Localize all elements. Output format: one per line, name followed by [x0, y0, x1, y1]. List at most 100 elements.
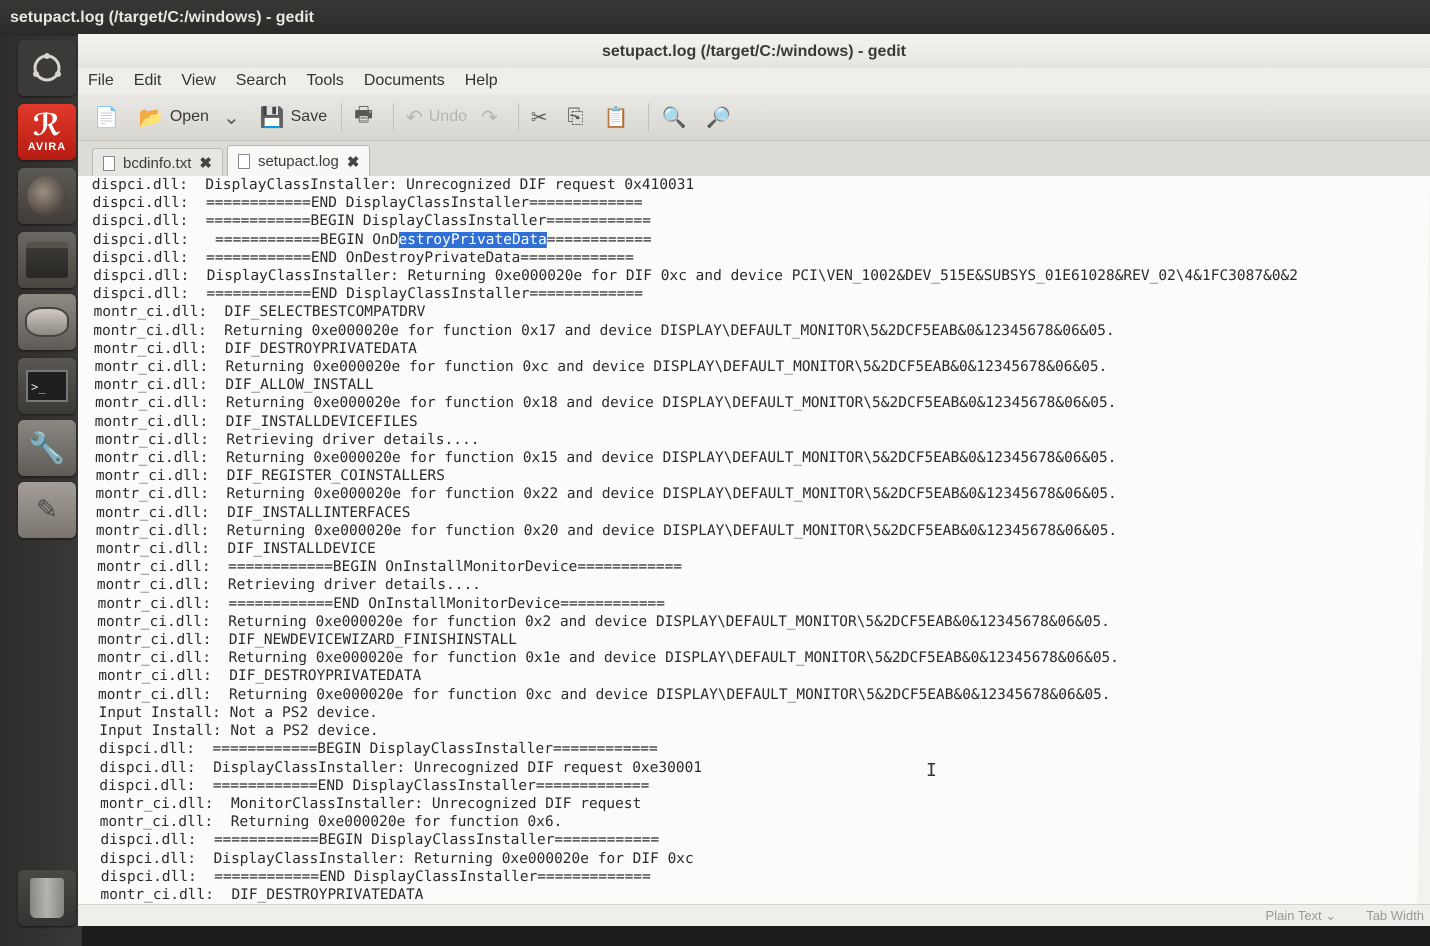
editor-line: montr_ci.dll: DIF_DESTROYPRIVATEDATA — [93, 340, 418, 357]
tab-setupact[interactable]: setupact.log ✖ — [226, 145, 371, 177]
editor-line: montr_ci.dll: DIF_REGISTER_COINSTALLERS — [95, 468, 446, 485]
tab-width-selector[interactable]: Tab Width — [1366, 908, 1424, 923]
document-tabs: bcdinfo.txt ✖ setupact.log ✖ — [78, 141, 1430, 178]
save-button[interactable]: 💾 Save — [260, 105, 327, 130]
editor-line: dispci.dll: ============BEGIN DisplayCla… — [98, 741, 658, 758]
editor-line: dispci.dll: ============END DisplayClass… — [92, 286, 644, 303]
files-icon[interactable] — [18, 232, 76, 288]
editor-line: montr_ci.dll: Returning 0xe000020e for f… — [97, 686, 1111, 703]
editor-line: montr_ci.dll: DIF_ALLOW_INSTALL — [94, 377, 374, 394]
toolbar-separator — [392, 103, 394, 131]
window-titlebar[interactable]: setupact.log (/target/C:/windows) - gedi… — [78, 34, 1430, 68]
print-button[interactable]: 🖶 — [354, 100, 379, 134]
editor-line: montr_ci.dll: DIF_INSTALLINTERFACES — [95, 504, 411, 521]
avira-label: AVIRA — [27, 141, 67, 153]
editor-line: montr_ci.dll: Returning 0xe000020e for f… — [94, 359, 1108, 376]
tab-label: setupact.log — [257, 153, 339, 170]
editor-line: montr_ci.dll: DIF_DESTROYPRIVATEDATA — [100, 886, 424, 903]
find-button[interactable]: 🔍 — [661, 105, 692, 130]
toolbar: 📄 📂 Open ⌄ 💾 Save 🖶 ↶ Undo ↷ ✂ ⎘ 📋 🔍 🔎 — [78, 94, 1430, 141]
redo-button[interactable]: ↷ — [481, 105, 504, 130]
editor-line: dispci.dll: DisplayClassInstaller: Retur… — [93, 268, 1299, 285]
printer-icon: 🖶 — [354, 104, 373, 126]
editor-line: dispci.dll: ============END DisplayClass… — [100, 868, 651, 885]
undo-icon: ↶ — [405, 106, 423, 129]
editor-line: montr_ci.dll: Returning 0xe000020e for f… — [94, 450, 1117, 467]
chevron-down-icon: ⌄ — [222, 106, 240, 129]
terminal-icon[interactable]: >_ — [18, 358, 76, 414]
menu-documents[interactable]: Documents — [364, 72, 445, 90]
toolbar-separator — [341, 103, 343, 131]
redo-icon: ↷ — [481, 106, 498, 129]
editor-line: montr_ci.dll: Returning 0xe000020e for f… — [93, 322, 1115, 339]
language-selector[interactable]: Plain Text ⌄ — [1266, 908, 1337, 924]
editor-line: montr_ci.dll: DIF_DESTROYPRIVATEDATA — [98, 668, 422, 685]
text-editor[interactable]: dispci.dll: DisplayClassInstaller: Unrec… — [78, 176, 1430, 904]
open-button[interactable]: 📂 Open — [139, 105, 209, 130]
menu-tools[interactable]: Tools — [306, 72, 343, 90]
disk-icon[interactable] — [18, 294, 76, 350]
menu-help[interactable]: Help — [465, 72, 498, 90]
editor-line: dispci.dll: ============END OnDestroyPri… — [92, 249, 634, 266]
editor-line: montr_ci.dll: Returning 0xe000020e for f… — [95, 522, 1118, 539]
trash-icon[interactable] — [18, 870, 76, 926]
close-icon[interactable]: ✖ — [199, 154, 212, 172]
new-document-button[interactable]: 📄 — [94, 105, 125, 130]
tab-bcdinfo[interactable]: bcdinfo.txt ✖ — [92, 148, 223, 177]
editor-line: montr_ci.dll: DIF_INSTALLDEVICEFILES — [94, 413, 418, 430]
editor-line: montr_ci.dll: Returning 0xe000020e for f… — [97, 613, 1111, 630]
find-replace-button[interactable]: 🔎 — [706, 105, 737, 130]
editor-line: dispci.dll: DisplayClassInstaller: Retur… — [99, 850, 694, 867]
open-label: Open — [169, 108, 209, 125]
line-text: ============ — [546, 231, 652, 248]
document-icon — [103, 155, 115, 171]
undo-button[interactable]: ↶ Undo — [406, 105, 467, 130]
text-editor-icon[interactable]: ✎ — [18, 482, 76, 538]
paste-button[interactable]: 📋 — [604, 105, 635, 130]
active-window-title: setupact.log (/target/C:/windows) - gedi… — [10, 9, 314, 26]
close-icon[interactable]: ✖ — [347, 153, 360, 171]
editor-line: dispci.dll: ============BEGIN DisplayCla… — [100, 832, 660, 849]
text-cursor-icon: I — [926, 760, 937, 781]
editor-line: montr_ci.dll: MonitorClassInstaller: Unr… — [99, 795, 642, 812]
copy-icon: ⎘ — [567, 105, 584, 128]
editor-line: montr_ci.dll: Returning 0xe000020e for f… — [94, 395, 1117, 412]
search-icon: 🔍 — [661, 106, 687, 129]
system-top-bar: setupact.log (/target/C:/windows) - gedi… — [0, 0, 1430, 36]
editor-line: montr_ci.dll: DIF_INSTALLDEVICE — [96, 541, 376, 558]
editor-line: dispci.dll: DisplayClassInstaller: Unrec… — [91, 177, 695, 193]
cut-button[interactable]: ✂ — [531, 105, 554, 130]
save-icon: 💾 — [259, 106, 285, 129]
editor-line: montr_ci.dll: Retrieving driver details.… — [96, 577, 482, 594]
editor-line: dispci.dll: DisplayClassInstaller: Unrec… — [99, 759, 703, 776]
editor-line: Input Install: Not a PS2 device. — [99, 723, 379, 740]
menu-edit[interactable]: Edit — [134, 72, 162, 90]
folder-open-icon: 📂 — [138, 106, 164, 129]
menu-view[interactable]: View — [181, 72, 215, 90]
editor-line: montr_ci.dll: ============END OnInstallM… — [97, 595, 666, 612]
undo-label: Undo — [428, 108, 467, 125]
editor-line: dispci.dll: ============END DisplayClass… — [99, 777, 650, 794]
launcher: ℛ AVIRA >_ 🔧 ✎ — [0, 36, 82, 946]
editor-line: montr_ci.dll: DIF_NEWDEVICEWIZARD_FINISH… — [97, 632, 518, 649]
open-recent-dropdown[interactable]: ⌄ — [223, 105, 246, 130]
copy-button[interactable]: ⎘ — [568, 106, 590, 129]
editor-line: montr_ci.dll: Retrieving driver details.… — [95, 431, 480, 448]
line-text: dispci.dll: ============BEGIN OnD — [92, 231, 399, 248]
paste-icon: 📋 — [603, 106, 629, 129]
editor-line: Input Install: Not a PS2 device. — [98, 704, 379, 721]
gedit-window: setupact.log (/target/C:/windows) - gedi… — [78, 34, 1430, 926]
avira-icon[interactable]: ℛ AVIRA — [18, 104, 76, 160]
settings-icon[interactable]: 🔧 — [18, 420, 76, 476]
avira-logo-mark: ℛ — [32, 108, 62, 143]
toolbar-separator — [648, 103, 650, 131]
firefox-icon[interactable] — [18, 168, 76, 224]
menu-bar: File Edit View Search Tools Documents He… — [78, 68, 1430, 94]
editor-line: montr_ci.dll: Returning 0xe000020e for f… — [95, 486, 1117, 503]
editor-line: montr_ci.dll: Returning 0xe000020e for f… — [99, 814, 563, 831]
menu-file[interactable]: File — [88, 72, 114, 90]
menu-search[interactable]: Search — [236, 72, 287, 90]
text-selection: estroyPrivateData — [398, 231, 547, 248]
save-label: Save — [290, 108, 328, 125]
dash-icon[interactable] — [18, 40, 76, 96]
